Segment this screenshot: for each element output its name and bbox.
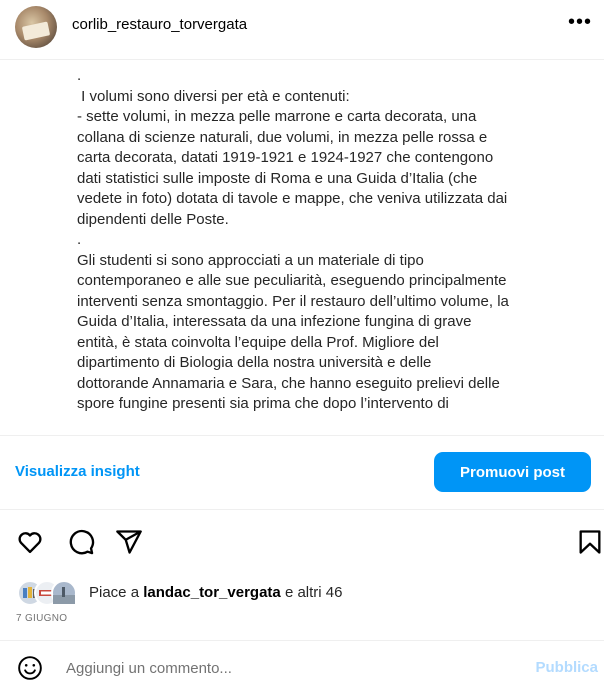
comment-icon[interactable] xyxy=(67,528,95,556)
view-insights-link[interactable]: Visualizza insight xyxy=(15,463,140,480)
share-icon[interactable] xyxy=(115,528,143,556)
comment-input[interactable] xyxy=(64,655,508,681)
save-bookmark-icon[interactable] xyxy=(576,528,604,556)
more-options-icon[interactable]: ••• xyxy=(568,12,592,32)
likes-prefix: Piace a xyxy=(89,584,144,601)
like-heart-icon[interactable] xyxy=(16,528,44,556)
caption-area[interactable]: . I volumi sono diversi per età e conten… xyxy=(0,60,604,436)
liker-avatar[interactable] xyxy=(51,580,77,606)
comment-bar: Pubblica xyxy=(0,640,604,690)
emoji-icon[interactable] xyxy=(17,655,43,681)
likes-row: Piace a landac_tor_vergata e altri 46 xyxy=(17,578,597,606)
liker-username[interactable]: landac_tor_vergata xyxy=(143,584,281,601)
post-actions xyxy=(0,520,604,564)
promote-post-button[interactable]: Promuovi post xyxy=(434,452,591,492)
post-header: corlib_restauro_torvergata ••• xyxy=(0,0,604,60)
profile-avatar[interactable] xyxy=(15,6,57,48)
caption-text: . I volumi sono diversi per età e conten… xyxy=(77,67,509,412)
insights-bar: Visualizza insight Promuovi post xyxy=(0,436,604,510)
likes-suffix: e altri 46 xyxy=(280,584,343,601)
likes-summary[interactable]: Piace a landac_tor_vergata e altri 46 xyxy=(89,584,342,601)
post-date: 7 GIUGNO xyxy=(16,613,68,624)
username-link[interactable]: corlib_restauro_torvergata xyxy=(72,16,247,33)
publish-button[interactable]: Pubblica xyxy=(535,659,598,676)
